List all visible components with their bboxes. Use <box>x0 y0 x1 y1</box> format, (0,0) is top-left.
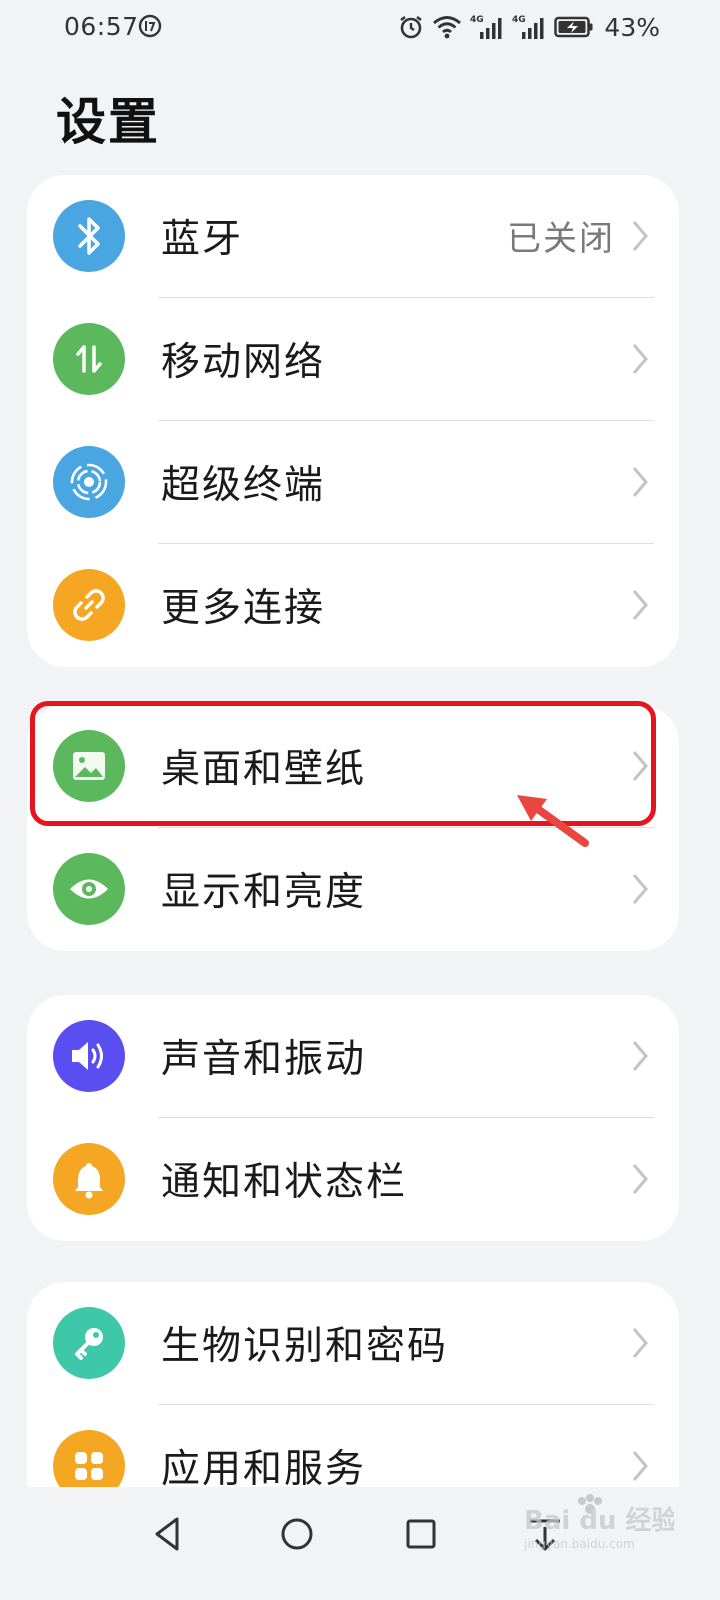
key-icon <box>53 1307 125 1379</box>
status-icons: 4G 4G 43% <box>398 12 660 42</box>
settings-item-biometrics-password[interactable]: 生物识别和密码 <box>27 1282 679 1405</box>
chevron-right-icon <box>632 874 648 904</box>
settings-group-connectivity: 蓝牙 已关闭 移动网络 超级终端 更多连接 <box>27 175 679 667</box>
arrow-pointer-icon <box>517 795 589 847</box>
settings-item-label: 移动网络 <box>161 340 326 385</box>
settings-item-sound-vibration[interactable]: 声音和振动 <box>27 995 679 1118</box>
bluetooth-status-value: 已关闭 <box>507 219 615 259</box>
super-device-icon <box>53 446 125 518</box>
settings-item-label: 超级终端 <box>161 463 326 508</box>
status-bar: 06:57 4G 4G 43% <box>0 0 720 56</box>
speaker-icon <box>53 1020 125 1092</box>
settings-item-super-device[interactable]: 超级终端 <box>27 421 679 544</box>
settings-item-label: 声音和振动 <box>161 1037 367 1082</box>
chevron-right-icon <box>632 1451 648 1481</box>
svg-text:Bai du 经验: Bai du 经验 <box>524 1505 674 1536</box>
settings-group-security-apps: 生物识别和密码 应用和服务 <box>27 1282 679 1492</box>
settings-item-label: 显示和亮度 <box>161 870 367 915</box>
apps-icon <box>53 1430 125 1492</box>
chevron-right-icon <box>632 1041 648 1071</box>
back-icon[interactable] <box>143 1509 193 1559</box>
svg-text:4G: 4G <box>470 15 484 25</box>
settings-item-label: 通知和状态栏 <box>161 1160 408 1205</box>
speed-badge-icon <box>138 14 162 38</box>
chevron-right-icon <box>632 221 648 251</box>
settings-item-label: 应用和服务 <box>161 1447 367 1492</box>
link-icon <box>53 569 125 641</box>
settings-group-sound-notifications: 声音和振动 通知和状态栏 <box>27 995 679 1241</box>
signal-4g-icon: 4G <box>470 15 502 39</box>
battery-charging-icon <box>554 16 593 38</box>
battery-percent: 43% <box>604 12 660 42</box>
eye-icon <box>53 853 125 925</box>
chevron-right-icon <box>632 1328 648 1358</box>
settings-item-more-connections[interactable]: 更多连接 <box>27 544 679 667</box>
settings-item-label: 更多连接 <box>161 586 326 631</box>
chevron-right-icon <box>632 590 648 620</box>
settings-item-mobile-network[interactable]: 移动网络 <box>27 298 679 421</box>
svg-text:jingyan.baidu.com: jingyan.baidu.com <box>524 1537 635 1551</box>
chevron-right-icon <box>632 1164 648 1194</box>
status-time: 06:57 <box>64 12 139 41</box>
recents-icon[interactable] <box>396 1509 446 1559</box>
settings-item-notifications-statusbar[interactable]: 通知和状态栏 <box>27 1118 679 1241</box>
settings-item-apps-services[interactable]: 应用和服务 <box>27 1405 679 1492</box>
settings-item-label: 蓝牙 <box>161 217 244 262</box>
bell-icon <box>53 1143 125 1215</box>
settings-item-bluetooth[interactable]: 蓝牙 已关闭 <box>27 175 679 298</box>
bluetooth-icon <box>53 200 125 272</box>
home-icon[interactable] <box>272 1509 322 1559</box>
baidu-jingyan-watermark: Bai du 经验 jingyan.baidu.com <box>524 1494 674 1551</box>
mobile-network-icon <box>53 323 125 395</box>
chevron-right-icon <box>632 467 648 497</box>
page-title: 设置 <box>56 93 160 151</box>
settings-item-label: 生物识别和密码 <box>161 1324 449 1369</box>
signal-4g-icon: 4G <box>512 15 544 39</box>
wifi-icon <box>433 16 462 39</box>
chevron-right-icon <box>632 344 648 374</box>
svg-text:4G: 4G <box>512 15 526 25</box>
alarm-icon <box>400 15 423 39</box>
